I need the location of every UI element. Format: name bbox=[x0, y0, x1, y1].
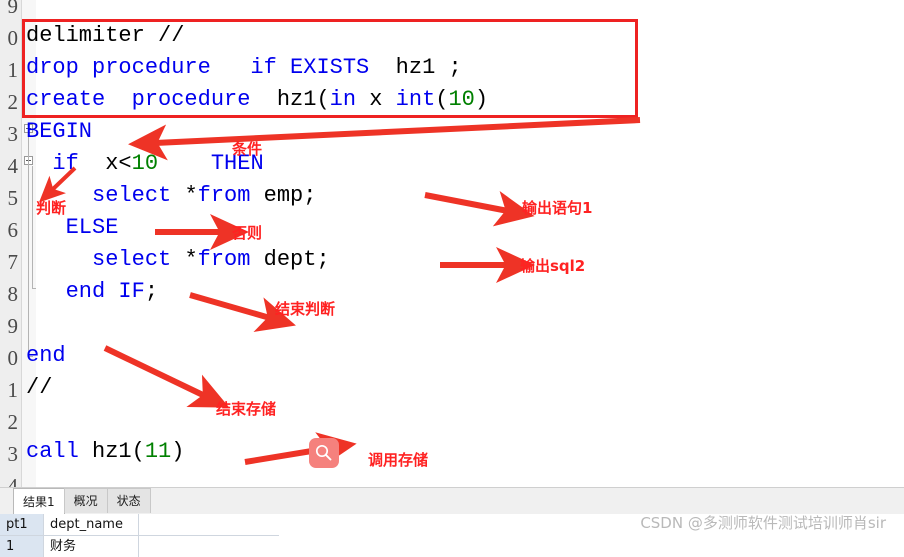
code-token: end IF bbox=[26, 279, 145, 304]
line-number: 5 bbox=[7, 186, 19, 210]
code-token: from bbox=[197, 247, 251, 272]
code-line[interactable]: select *from dept; bbox=[26, 249, 330, 271]
code-token: BEGIN bbox=[26, 119, 93, 144]
grid-row-header-0[interactable]: 1 bbox=[0, 536, 44, 557]
results-tab-2[interactable]: 状态 bbox=[106, 488, 151, 513]
code-line[interactable]: ELSE bbox=[26, 215, 119, 240]
annotation-otherwise: 否则 bbox=[232, 224, 263, 242]
line-number: 3 bbox=[7, 442, 19, 466]
code-line[interactable]: end bbox=[26, 345, 66, 367]
grid-header-cell-0[interactable]: pt1 bbox=[0, 514, 44, 536]
code-token: x< bbox=[105, 151, 132, 176]
code-token: x bbox=[356, 87, 396, 112]
results-tab-1[interactable]: 概况 bbox=[63, 488, 108, 513]
grid-header-cell-1[interactable]: dept_name bbox=[44, 514, 139, 536]
code-token: ; bbox=[144, 279, 159, 304]
code-line[interactable]: // bbox=[26, 377, 52, 399]
annotation-output-stmt-1: 输出语句1 bbox=[522, 199, 593, 217]
line-number: 3 bbox=[7, 122, 19, 146]
code-line[interactable]: if x<10 THEN bbox=[26, 151, 263, 176]
code-token: // bbox=[26, 375, 53, 400]
code-token: from bbox=[197, 183, 251, 208]
line-number: 7 bbox=[7, 250, 19, 274]
line-number: 2 bbox=[7, 410, 19, 434]
code-line[interactable]: BEGIN bbox=[26, 121, 92, 143]
annotation-judgement: 判断 bbox=[36, 199, 67, 217]
code-token: dept; bbox=[250, 247, 330, 272]
code-token: ELSE bbox=[26, 215, 119, 240]
code-line[interactable]: drop procedure if EXISTS hz1 ; bbox=[26, 57, 462, 79]
code-token: if bbox=[26, 151, 106, 176]
code-token: hz1( bbox=[250, 87, 330, 112]
code-token: ( bbox=[435, 87, 449, 112]
line-number: 2 bbox=[7, 90, 19, 114]
magnifier-icon[interactable] bbox=[309, 438, 339, 468]
line-number: 6 bbox=[7, 218, 19, 242]
code-text-area[interactable]: delimiter // drop procedure if EXISTS hz1… bbox=[26, 0, 904, 487]
line-number: 9 bbox=[7, 0, 19, 18]
code-token: emp; bbox=[250, 183, 317, 208]
grid-header-cell-empty bbox=[139, 514, 279, 536]
code-token: ) bbox=[474, 87, 489, 112]
results-tab-0[interactable]: 结果1 bbox=[13, 488, 65, 514]
line-number: 4 bbox=[7, 154, 19, 178]
line-number: 0 bbox=[7, 26, 19, 50]
results-tabstrip[interactable]: 结果1 概况 状态 bbox=[13, 488, 151, 514]
code-line[interactable]: select *from emp; bbox=[26, 185, 316, 207]
code-token: hz1( bbox=[78, 439, 145, 464]
annotation-output-sql-2: 输出sql2 bbox=[520, 257, 586, 275]
code-token: int bbox=[395, 87, 436, 112]
code-editor[interactable]: 9 0 1 2 3 4 5 6 7 8 9 0 1 2 3 4 delimiter // drop proced… bbox=[0, 0, 904, 487]
line-number-gutter: 9 0 1 2 3 4 5 6 7 8 9 0 1 2 3 4 bbox=[0, 0, 22, 487]
code-token: in bbox=[329, 87, 357, 112]
code-token: select bbox=[26, 247, 185, 272]
results-tabbar: 结果1 概况 状态 bbox=[0, 488, 904, 514]
results-panel: 结果1 概况 状态 pt1 dept_name 1 财务 CSDN @多测师软件测试… bbox=[0, 487, 904, 557]
code-token: * bbox=[184, 247, 198, 272]
code-token: call bbox=[26, 439, 79, 464]
code-line[interactable]: call hz1(11) bbox=[26, 441, 184, 463]
code-line[interactable]: create procedure hz1(in x int(10) bbox=[26, 89, 488, 111]
line-number: 1 bbox=[7, 378, 19, 402]
line-number: 4 bbox=[7, 474, 19, 488]
code-token: create procedure bbox=[26, 87, 251, 112]
annotation-condition: 条件 bbox=[232, 140, 263, 158]
code-token: end bbox=[26, 343, 66, 368]
code-token: * bbox=[184, 183, 198, 208]
annotation-call-procedure: 调用存储 bbox=[368, 451, 429, 469]
code-token: 10 bbox=[131, 151, 159, 176]
code-token: 10 bbox=[448, 87, 475, 112]
code-token: delimiter // bbox=[26, 23, 185, 48]
line-number: 1 bbox=[7, 58, 19, 82]
grid-cell-0-1[interactable]: 财务 bbox=[44, 536, 139, 557]
annotation-end-procedure: 结束存储 bbox=[216, 400, 277, 418]
annotation-end-judgement: 结束判断 bbox=[275, 300, 336, 318]
code-token: drop procedure if EXISTS bbox=[26, 55, 370, 80]
code-line[interactable]: delimiter // bbox=[26, 25, 184, 47]
line-number: 9 bbox=[7, 314, 19, 338]
line-number: 8 bbox=[7, 282, 19, 306]
code-token: ) bbox=[171, 439, 185, 464]
sql-editor-window: 9 0 1 2 3 4 5 6 7 8 9 0 1 2 3 4 delimiter // drop proced… bbox=[0, 0, 904, 557]
code-line[interactable]: end IF; bbox=[26, 281, 158, 303]
code-token: hz1 ; bbox=[369, 55, 462, 80]
magnifier-glyph bbox=[315, 444, 332, 461]
csdn-watermark: CSDN @多测师软件测试培训师肖sir bbox=[640, 514, 886, 532]
line-number: 0 bbox=[7, 346, 19, 370]
code-token: 11 bbox=[144, 439, 172, 464]
